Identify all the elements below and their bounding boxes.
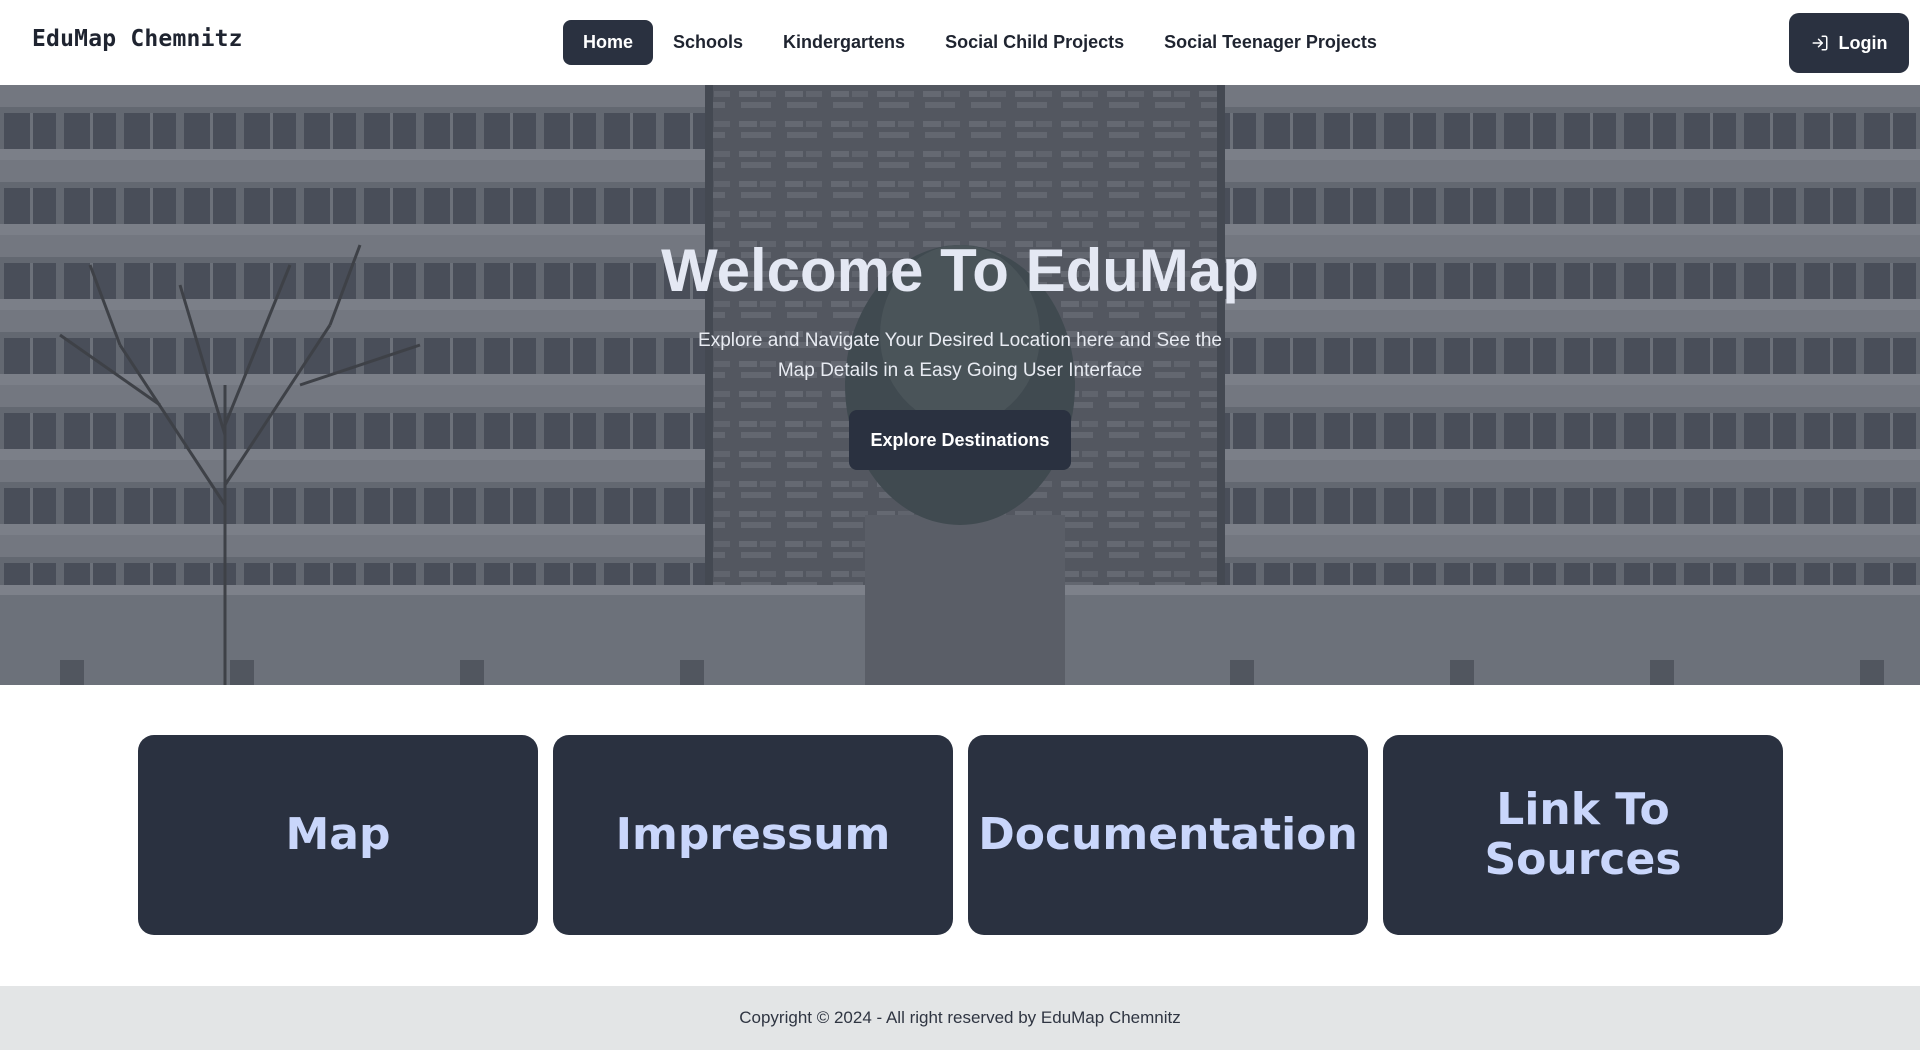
card-impressum[interactable]: Impressum [553,735,953,935]
card-documentation[interactable]: Documentation [968,735,1368,935]
card-map-label: Map [285,809,391,860]
feature-cards: Map Impressum Documentation Link To Sour… [138,735,1783,935]
nav-item-kindergartens[interactable]: Kindergartens [763,20,925,65]
card-link-to-sources-label: Link To Sources [1484,784,1682,885]
nav-item-schools[interactable]: Schools [653,20,763,65]
card-link-to-sources[interactable]: Link To Sources [1383,735,1783,935]
login-label: Login [1838,32,1888,53]
footer-copyright: Copyright © 2024 - All right reserved by… [739,1008,1181,1027]
card-documentation-label: Documentation [978,809,1358,860]
card-impressum-label: Impressum [615,809,891,860]
hero-section: Welcome To EduMap Explore and Navigate Y… [0,85,1920,685]
brand-logo[interactable]: EduMap Chemnitz [32,26,243,52]
main-nav: Home Schools Kindergartens Social Child … [563,20,1397,65]
top-navbar: EduMap Chemnitz Home Schools Kindergarte… [0,0,1920,85]
explore-destinations-button[interactable]: Explore Destinations [849,410,1071,470]
page-footer: Copyright © 2024 - All right reserved by… [0,986,1920,1050]
nav-item-home[interactable]: Home [563,20,654,65]
card-map[interactable]: Map [138,735,538,935]
hero-subtitle: Explore and Navigate Your Desired Locati… [698,330,1222,381]
nav-item-social-teenager-projects[interactable]: Social Teenager Projects [1144,20,1397,65]
hero-content: Welcome To EduMap Explore and Navigate Y… [660,240,1260,470]
login-icon [1811,34,1829,52]
hero-title: Welcome To EduMap [661,237,1259,304]
login-button[interactable]: Login [1789,13,1909,73]
nav-item-social-child-projects[interactable]: Social Child Projects [925,20,1144,65]
